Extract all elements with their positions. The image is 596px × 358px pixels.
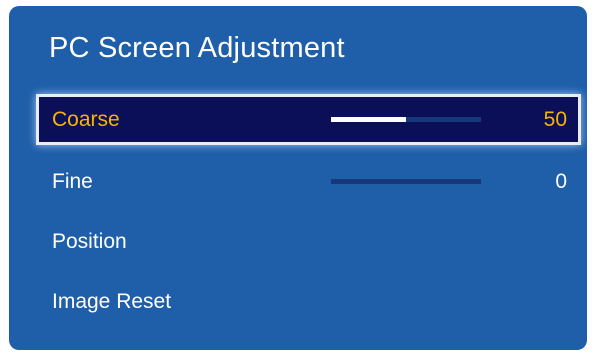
pc-screen-adjustment-menu: PC Screen Adjustment Coarse 50 Fine 0 Po… (9, 6, 587, 350)
coarse-slider[interactable] (331, 117, 481, 122)
menu-item-position[interactable]: Position (36, 216, 581, 267)
fine-slider[interactable] (331, 179, 481, 184)
menu-item-coarse[interactable]: Coarse 50 (36, 94, 581, 145)
coarse-value: 50 (543, 108, 567, 131)
fine-value: 0 (555, 170, 567, 193)
menu-item-label: Fine (52, 170, 93, 193)
menu-item-label: Position (52, 230, 127, 253)
menu-title: PC Screen Adjustment (49, 32, 345, 64)
menu-item-fine[interactable]: Fine 0 (36, 156, 581, 207)
coarse-slider-fill (331, 117, 406, 122)
menu-item-image-reset[interactable]: Image Reset (36, 276, 581, 327)
menu-item-label: Image Reset (52, 290, 172, 313)
menu-item-label: Coarse (52, 108, 120, 131)
